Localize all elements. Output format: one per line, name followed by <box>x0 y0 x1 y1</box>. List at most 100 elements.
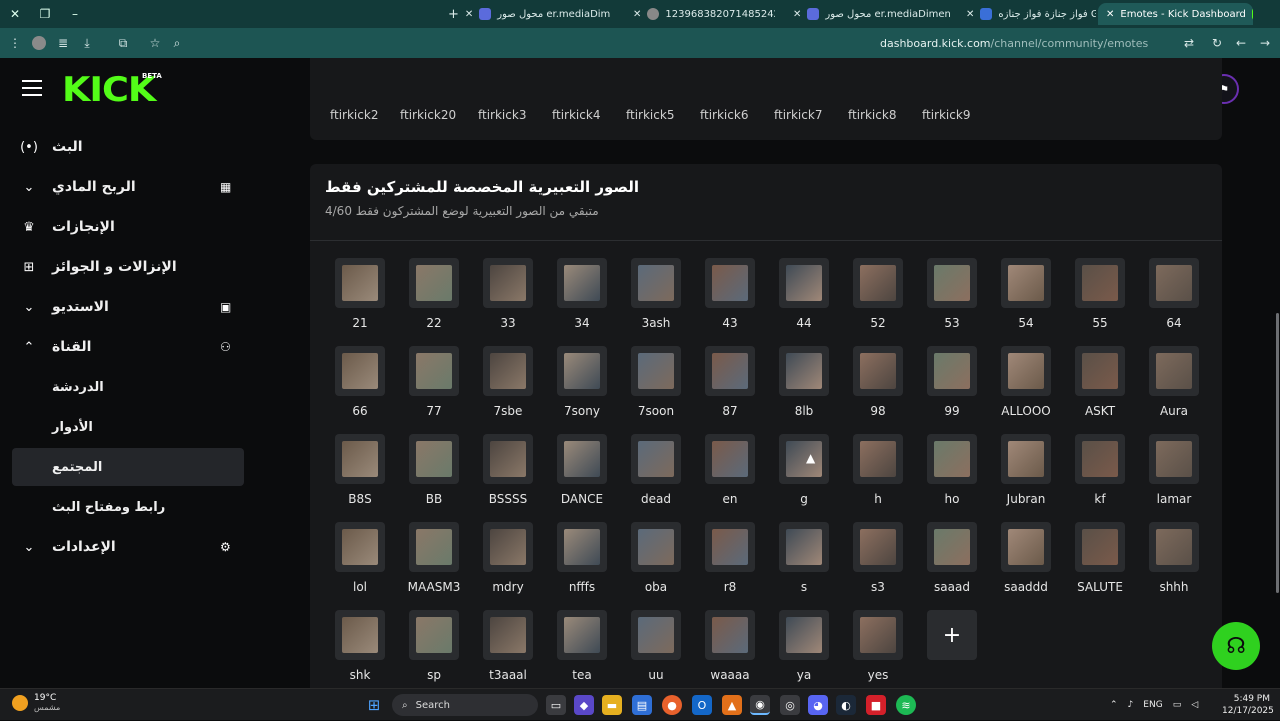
emote-item[interactable]: ya <box>774 610 834 690</box>
emote-image[interactable] <box>409 346 459 396</box>
firefox-icon[interactable]: ● <box>662 695 682 715</box>
emote-image[interactable] <box>335 610 385 660</box>
emote-item[interactable]: t3aaal <box>478 610 538 690</box>
emote-image[interactable] <box>335 522 385 572</box>
emote-item[interactable]: 21 <box>330 258 390 338</box>
emote-image[interactable] <box>557 258 607 308</box>
tab-1[interactable]: ✕ فواز جنازة فواز جنازه GIF - فواز جـ <box>958 3 1096 25</box>
emote-image[interactable] <box>1149 434 1199 484</box>
emote-image[interactable] <box>1075 522 1125 572</box>
emote-item[interactable]: saaad <box>922 522 982 602</box>
emote-image[interactable] <box>1075 434 1125 484</box>
emote-item[interactable]: 77 <box>404 346 464 426</box>
discord-icon[interactable]: ◕ <box>808 695 828 715</box>
support-chat-button[interactable]: ☊ <box>1212 622 1260 670</box>
emote-image[interactable] <box>927 258 977 308</box>
emote-item[interactable]: h <box>848 434 908 514</box>
emote-image[interactable] <box>779 258 829 308</box>
emote-item[interactable]: 64 <box>1144 258 1204 338</box>
emote-item[interactable]: 66 <box>330 346 390 426</box>
emote-image[interactable] <box>1001 434 1051 484</box>
emote-item[interactable]: 99 <box>922 346 982 426</box>
close-window-icon[interactable]: ✕ <box>0 0 30 28</box>
tab-close-icon[interactable]: ✕ <box>793 9 801 20</box>
sidebar-item-stream-key[interactable]: رابط ومفتاح البث <box>12 488 244 526</box>
emote-item[interactable]: 54 <box>996 258 1056 338</box>
emote-item[interactable]: s3 <box>848 522 908 602</box>
tab-2[interactable]: ✕ محول صور er.mediaDimension <box>785 3 950 25</box>
emote-item[interactable]: en <box>700 434 760 514</box>
emote-image[interactable] <box>409 258 459 308</box>
emote-image[interactable] <box>779 346 829 396</box>
emote-item[interactable]: shhh <box>1144 522 1204 602</box>
emote-image[interactable] <box>335 258 385 308</box>
profile-icon[interactable] <box>28 28 50 58</box>
emote-image[interactable] <box>1001 522 1051 572</box>
emote-item[interactable]: shk <box>330 610 390 690</box>
reload-icon[interactable]: ↻ <box>1206 28 1228 58</box>
tab-close-icon[interactable]: ✕ <box>465 9 473 20</box>
store-icon[interactable]: ▤ <box>632 695 652 715</box>
emote-image[interactable] <box>853 610 903 660</box>
emote-image[interactable] <box>705 522 755 572</box>
forward-icon[interactable]: ← <box>1230 28 1252 58</box>
emote-image[interactable] <box>1075 258 1125 308</box>
emote-image[interactable] <box>779 434 829 484</box>
tab-close-icon[interactable]: ✕ <box>966 9 974 20</box>
sidebar-item-monetization[interactable]: ⌄ الربح المادي ▦ <box>12 168 244 206</box>
emote-item[interactable]: waaaa <box>700 610 760 690</box>
emote-item[interactable]: mdry <box>478 522 538 602</box>
emote-item[interactable]: B8S <box>330 434 390 514</box>
tab-0[interactable]: ✕ Emotes - Kick Dashboard <box>1098 3 1253 25</box>
emote-image[interactable] <box>557 346 607 396</box>
file-explorer-icon[interactable]: ▬ <box>602 695 622 715</box>
emote-item[interactable]: 43 <box>700 258 760 338</box>
emote-item[interactable]: MAASM3 <box>404 522 464 602</box>
sidebar-item-settings[interactable]: ⌄ الإعدادات ⚙ <box>12 528 244 566</box>
copilot-icon[interactable]: ◆ <box>574 695 594 715</box>
emote-item[interactable]: 44 <box>774 258 834 338</box>
task-view-icon[interactable]: ▭ <box>546 695 566 715</box>
emote-item[interactable]: 7sony <box>552 346 612 426</box>
emote-image[interactable] <box>779 610 829 660</box>
emote-image[interactable] <box>483 610 533 660</box>
weather-widget[interactable]: 19°C مشمس <box>12 693 60 712</box>
emote-image[interactable] <box>1149 258 1199 308</box>
emote-item[interactable]: yes <box>848 610 908 690</box>
emote-item[interactable]: 7sbe <box>478 346 538 426</box>
extensions-icon[interactable]: ⧉ <box>112 28 134 58</box>
site-settings-icon[interactable]: ⇄ <box>1178 28 1200 58</box>
emote-image[interactable] <box>1001 346 1051 396</box>
add-emote-button[interactable]: + <box>922 610 982 690</box>
emote-item[interactable]: 55 <box>1070 258 1130 338</box>
emote-item[interactable]: 98 <box>848 346 908 426</box>
emote-image[interactable] <box>927 434 977 484</box>
emote-item[interactable]: ho <box>922 434 982 514</box>
emote-item[interactable]: sp <box>404 610 464 690</box>
emote-item[interactable]: lol <box>330 522 390 602</box>
sidebar-item-chat[interactable]: الدردشة <box>12 368 244 406</box>
emote-item[interactable]: 8lb <box>774 346 834 426</box>
zoom-icon[interactable]: ⌕ <box>166 28 188 58</box>
scrollbar-thumb[interactable] <box>1276 313 1279 593</box>
emote-item[interactable]: lamar <box>1144 434 1204 514</box>
restore-window-icon[interactable]: ❐ <box>30 0 60 28</box>
emote-image[interactable] <box>557 610 607 660</box>
emote-image[interactable] <box>853 522 903 572</box>
emote-image[interactable] <box>409 522 459 572</box>
emote-item[interactable]: DANCE <box>552 434 612 514</box>
chrome-icon[interactable]: ◉ <box>750 695 770 715</box>
download-icon[interactable]: ⤓ <box>76 28 98 58</box>
emote-item[interactable]: tea <box>552 610 612 690</box>
emote-image[interactable] <box>1149 346 1199 396</box>
emote-item[interactable]: r8 <box>700 522 760 602</box>
new-tab-icon[interactable]: + <box>448 7 459 22</box>
bookmark-star-icon[interactable]: ☆ <box>144 28 166 58</box>
sidebar-item-drops[interactable]: ⊞ الإنزالات و الجوائز <box>12 248 244 286</box>
playlist-icon[interactable]: ≣ <box>52 28 74 58</box>
spotify-icon[interactable]: ≋ <box>896 695 916 715</box>
outlook-icon[interactable]: O <box>692 695 712 715</box>
emote-image[interactable] <box>705 258 755 308</box>
tab-close-icon[interactable]: ✕ <box>633 9 641 20</box>
chevron-up-icon[interactable]: ⌃ <box>1110 700 1118 710</box>
